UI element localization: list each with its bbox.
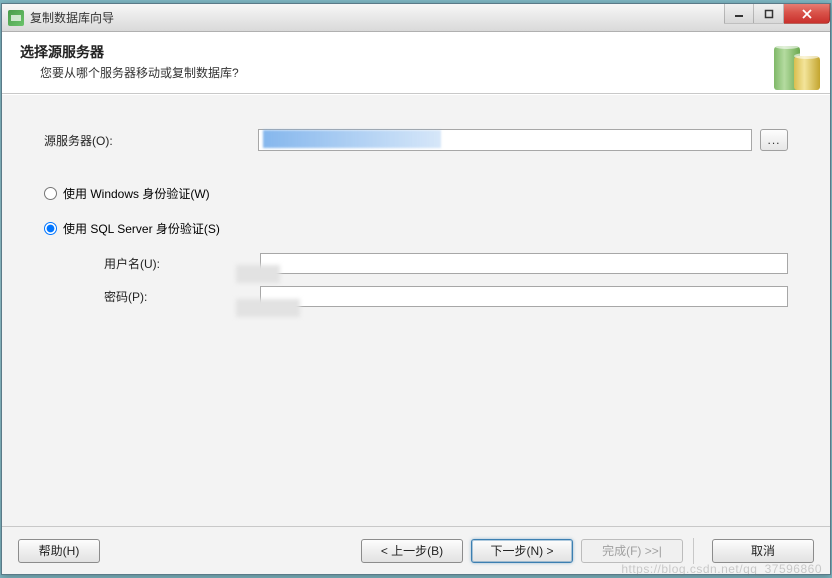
password-row: 密码(P): [104, 286, 788, 307]
app-icon [8, 10, 24, 26]
cancel-button[interactable]: 取消 [712, 539, 814, 563]
username-label: 用户名(U): [104, 255, 260, 272]
header-graphic [752, 36, 824, 90]
window-controls [724, 4, 830, 24]
source-server-label: 源服务器(O): [44, 132, 258, 149]
titlebar[interactable]: 复制数据库向导 [2, 4, 830, 32]
wizard-window: 复制数据库向导 选择源服务器 您要从哪个服务器移动或复制数据库? 源服务器(O)… [1, 3, 831, 575]
page-title: 选择源服务器 [20, 42, 812, 62]
browse-server-button[interactable]: ... [760, 129, 788, 151]
wizard-footer: 帮助(H) < 上一步(B) 下一步(N) > 完成(F) >>| 取消 [2, 526, 830, 574]
next-button[interactable]: 下一步(N) > [471, 539, 573, 563]
minimize-button[interactable] [724, 4, 754, 24]
sql-auth-radio[interactable] [44, 222, 57, 235]
password-input[interactable] [260, 286, 788, 307]
username-input[interactable] [260, 253, 788, 274]
wizard-header: 选择源服务器 您要从哪个服务器移动或复制数据库? [2, 32, 830, 94]
maximize-button[interactable] [754, 4, 784, 24]
windows-auth-radio[interactable] [44, 187, 57, 200]
sql-auth-label: 使用 SQL Server 身份验证(S) [63, 220, 220, 237]
source-server-input[interactable] [258, 129, 752, 151]
help-button[interactable]: 帮助(H) [18, 539, 100, 563]
windows-auth-label: 使用 Windows 身份验证(W) [63, 185, 210, 202]
finish-button: 完成(F) >>| [581, 539, 683, 563]
close-button[interactable] [784, 4, 830, 24]
wizard-body: 源服务器(O): ... 使用 Windows 身份验证(W) 使用 SQL S… [2, 94, 830, 526]
sql-auth-radio-row[interactable]: 使用 SQL Server 身份验证(S) [44, 220, 788, 237]
separator [693, 538, 694, 564]
windows-auth-radio-row[interactable]: 使用 Windows 身份验证(W) [44, 185, 788, 202]
username-row: 用户名(U): [104, 253, 788, 274]
database-icon [794, 56, 820, 90]
password-label: 密码(P): [104, 288, 260, 305]
back-button[interactable]: < 上一步(B) [361, 539, 463, 563]
credentials-group: 用户名(U): 密码(P): [104, 253, 788, 307]
page-subtitle: 您要从哪个服务器移动或复制数据库? [40, 64, 812, 81]
source-server-row: 源服务器(O): ... [44, 129, 788, 151]
window-title: 复制数据库向导 [30, 9, 114, 26]
